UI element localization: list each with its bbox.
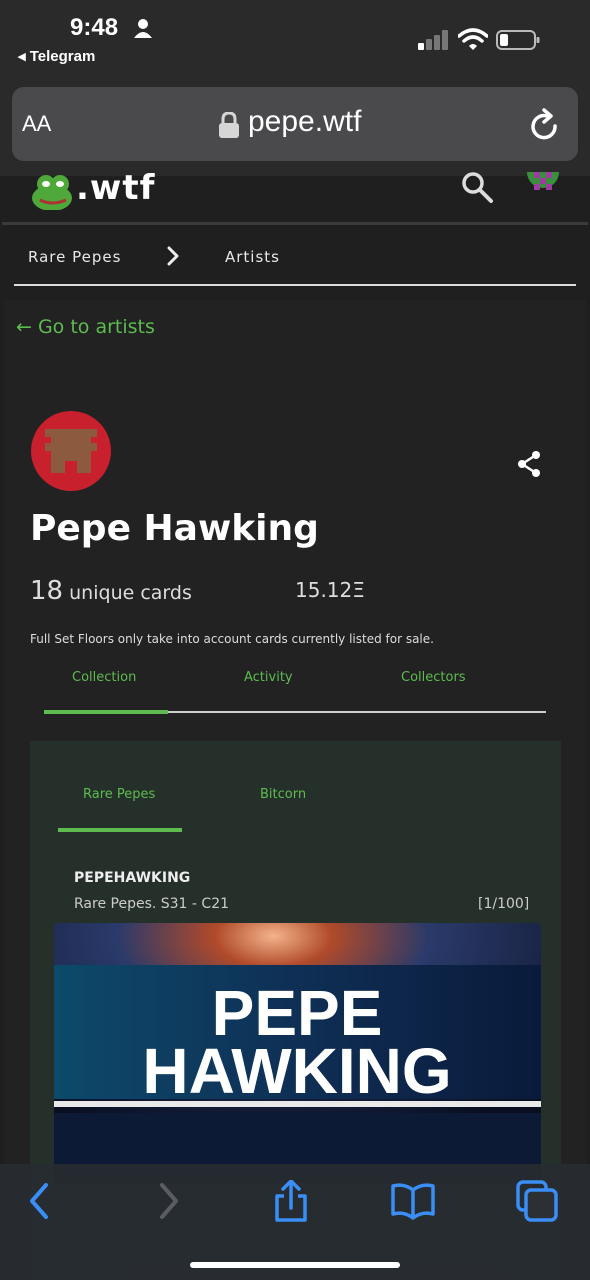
tab-collectors[interactable]: Collectors <box>401 670 466 685</box>
card-image[interactable]: PEPE HAWKING <box>54 923 541 1183</box>
active-tab-indicator <box>44 710 168 714</box>
back-to-app-link[interactable]: ◂ Telegram <box>18 47 95 65</box>
wifi-icon <box>458 28 488 50</box>
full-set-floor: 15.12Ξ <box>295 578 365 602</box>
artist-avatar <box>31 411 111 491</box>
active-subtab-indicator <box>58 828 182 832</box>
go-to-artists-link[interactable]: ← Go to artists <box>16 316 155 338</box>
card-artwork: PEPE HAWKING <box>54 923 541 1183</box>
forward-arrow-icon[interactable] <box>146 1180 192 1222</box>
breadcrumb-artists[interactable]: Artists <box>225 248 280 266</box>
tab-activity[interactable]: Activity <box>244 670 293 685</box>
logo-text[interactable]: .wtf <box>76 168 155 208</box>
tabs-icon[interactable] <box>514 1180 560 1222</box>
user-avatar-icon[interactable] <box>526 172 560 198</box>
tab-collection[interactable]: Collection <box>72 670 136 685</box>
share-sheet-icon[interactable] <box>268 1180 314 1222</box>
card-art-text-line2: HAWKING <box>142 1035 451 1107</box>
status-time: 9:48 <box>70 14 119 41</box>
share-icon[interactable] <box>516 450 542 478</box>
back-arrow-icon[interactable] <box>24 1180 70 1222</box>
header-divider <box>2 222 588 225</box>
subtab-bitcorn[interactable]: Bitcorn <box>260 787 306 802</box>
floor-note: Full Set Floors only take into account c… <box>30 632 434 646</box>
search-icon[interactable] <box>460 170 494 204</box>
url-text[interactable]: pepe.wtf <box>248 105 361 139</box>
card-subtitle: Rare Pepes. S31 - C21 <box>74 896 230 912</box>
battery-icon <box>496 30 540 50</box>
subtab-rare-pepes[interactable]: Rare Pepes <box>83 787 155 802</box>
text-size-button[interactable]: AA <box>22 111 51 137</box>
lock-icon <box>219 112 239 138</box>
home-indicator <box>190 1262 400 1268</box>
reload-icon[interactable] <box>530 108 560 142</box>
card-title[interactable]: PEPEHAWKING <box>74 870 190 886</box>
person-icon <box>134 19 152 38</box>
frog-logo-icon[interactable] <box>30 172 76 210</box>
card-edition: [1/100] <box>478 896 530 912</box>
signal-icon <box>418 30 448 50</box>
bookmarks-icon[interactable] <box>390 1180 436 1222</box>
unique-cards-label: unique cards <box>69 582 192 604</box>
chevron-right-icon <box>167 246 179 266</box>
unique-cards-stat: 18 unique cards <box>30 576 192 606</box>
unique-cards-count: 18 <box>30 576 64 606</box>
breadcrumb-rare-pepes[interactable]: Rare Pepes <box>28 248 121 266</box>
artist-name: Pepe Hawking <box>30 508 319 549</box>
